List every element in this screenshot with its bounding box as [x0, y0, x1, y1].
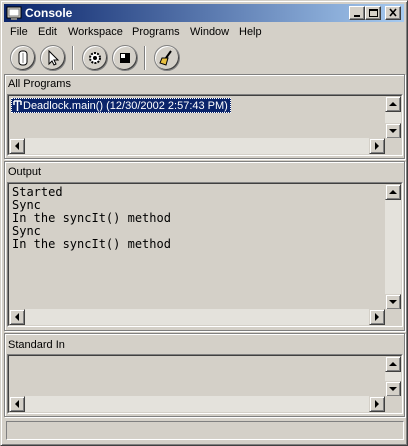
- maximize-button[interactable]: [365, 6, 381, 20]
- window-title: Console: [25, 6, 73, 20]
- clear-icon: [18, 50, 28, 66]
- up-arrow-icon: [389, 102, 397, 106]
- program-entry-text: Deadlock.main() (12/30/2002 2:57:43 PM): [23, 100, 228, 112]
- scroll-right-button[interactable]: [369, 309, 385, 325]
- down-arrow-icon: [389, 387, 397, 391]
- thread-icon: [13, 100, 22, 111]
- output-text: Started Sync In the syncIt() method Sync In …: [12, 186, 171, 251]
- vertical-scrollbar[interactable]: [385, 356, 401, 397]
- right-arrow-icon: [375, 142, 379, 150]
- vertical-scrollbar[interactable]: [385, 96, 401, 139]
- scroll-down-button[interactable]: [385, 294, 401, 310]
- toolbar-separator: [72, 46, 74, 70]
- scroll-left-button[interactable]: [9, 309, 25, 325]
- scroll-down-button[interactable]: [385, 123, 401, 139]
- down-arrow-icon: [389, 129, 397, 133]
- up-arrow-icon: [389, 362, 397, 366]
- left-arrow-icon: [15, 142, 19, 150]
- close-icon: [389, 8, 397, 17]
- scroll-up-button[interactable]: [385, 356, 401, 372]
- scroll-right-button[interactable]: [369, 396, 385, 412]
- down-arrow-icon: [389, 300, 397, 304]
- maximize-icon: [369, 9, 378, 17]
- right-arrow-icon: [375, 400, 379, 408]
- minimize-button[interactable]: [349, 6, 365, 20]
- status-bar: [6, 421, 404, 440]
- minimize-icon: [354, 15, 360, 17]
- menu-workspace[interactable]: Workspace: [68, 26, 123, 38]
- gear-icon: [89, 52, 101, 64]
- menu-file[interactable]: File: [10, 26, 28, 38]
- toolbar-separator: [144, 46, 146, 70]
- horizontal-scrollbar[interactable]: [9, 396, 385, 412]
- scroll-corner: [385, 138, 401, 154]
- stop-button[interactable]: [112, 45, 138, 71]
- title-bar[interactable]: Console: [4, 4, 404, 22]
- left-arrow-icon: [15, 400, 19, 408]
- horizontal-scrollbar[interactable]: [9, 309, 385, 325]
- program-list-item[interactable]: Deadlock.main() (12/30/2002 2:57:43 PM): [11, 98, 231, 113]
- clear-button[interactable]: [10, 45, 36, 71]
- cleanup-button[interactable]: [154, 45, 180, 71]
- broom-icon: [159, 50, 172, 66]
- console-window: Console File Edit Workspace Programs Win…: [0, 0, 408, 446]
- scroll-up-button[interactable]: [385, 96, 401, 112]
- menu-window[interactable]: Window: [190, 26, 229, 38]
- toolbar: [4, 43, 404, 73]
- console-app-icon: [6, 6, 22, 20]
- scroll-left-button[interactable]: [9, 396, 25, 412]
- scroll-corner: [385, 309, 401, 325]
- scroll-right-button[interactable]: [369, 138, 385, 154]
- scroll-down-button[interactable]: [385, 381, 401, 397]
- scroll-corner: [385, 396, 401, 412]
- up-arrow-icon: [389, 190, 397, 194]
- output-line: In the syncIt() method: [12, 237, 171, 251]
- standard-in-label: Standard In: [8, 339, 65, 351]
- pointer-icon: [48, 49, 60, 66]
- horizontal-scrollbar[interactable]: [9, 138, 385, 154]
- scroll-up-button[interactable]: [385, 184, 401, 200]
- menu-edit[interactable]: Edit: [38, 26, 57, 38]
- right-arrow-icon: [375, 313, 379, 321]
- scroll-left-button[interactable]: [9, 138, 25, 154]
- menu-programs[interactable]: Programs: [132, 26, 180, 38]
- stop-icon: [120, 53, 130, 63]
- close-button[interactable]: [385, 6, 401, 20]
- all-programs-label: All Programs: [8, 78, 71, 90]
- menu-help[interactable]: Help: [239, 26, 262, 38]
- left-arrow-icon: [15, 313, 19, 321]
- select-pointer-button[interactable]: [40, 45, 66, 71]
- settings-button[interactable]: [82, 45, 108, 71]
- output-area[interactable]: Started Sync In the syncIt() method Sync In …: [7, 182, 403, 327]
- menu-bar: File Edit Workspace Programs Window Help: [4, 23, 404, 42]
- output-label: Output: [8, 166, 42, 178]
- all-programs-list[interactable]: Deadlock.main() (12/30/2002 2:57:43 PM): [7, 94, 403, 156]
- vertical-scrollbar[interactable]: [385, 184, 401, 310]
- standard-in-input[interactable]: [7, 354, 403, 414]
